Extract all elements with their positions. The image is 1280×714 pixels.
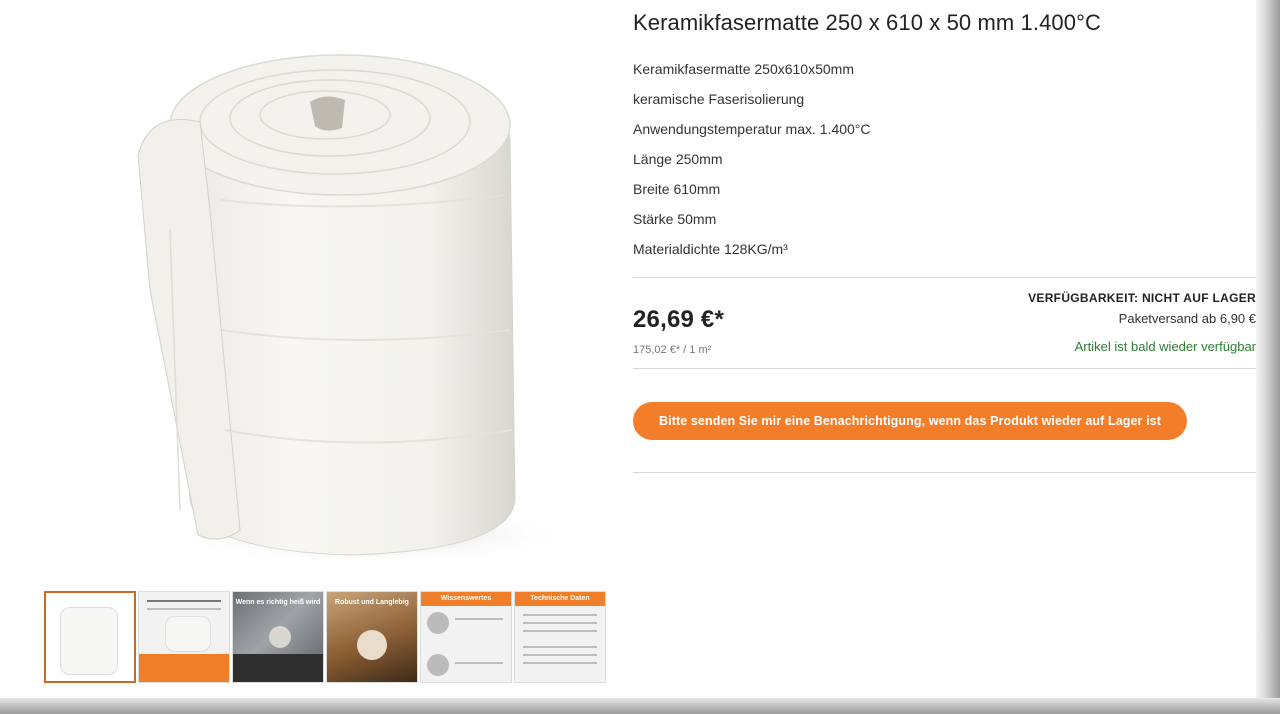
feature-item: Länge 250mm: [633, 151, 723, 167]
thumbnail-text-line: [147, 600, 221, 602]
thumbnail-caption: Wenn es richtig heiß wird: [235, 599, 321, 606]
feature-item: Stärke 50mm: [633, 211, 717, 227]
divider: [633, 472, 1256, 473]
thumbnail-6[interactable]: Technische Daten: [514, 591, 606, 683]
shipping-info: Paketversand ab 6,90 €: [1118, 311, 1256, 326]
feature-item: Anwendungstemperatur max. 1.400°C: [633, 121, 871, 137]
thumbnail-caption: Wissenswertes: [421, 592, 511, 606]
feature-list: Keramikfasermatte 250x610x50mm keramisch…: [633, 58, 871, 268]
unit-price: 175,02 €* / 1 m²: [633, 344, 712, 356]
thumbnail-text-line: [147, 608, 221, 610]
thumbnail-text-line: [455, 662, 503, 664]
availability-box: VERFÜGBARKEIT: NICHT AUF LAGER Paketvers…: [856, 290, 1256, 356]
thumbnail-5[interactable]: Wissenswertes: [420, 591, 512, 683]
thumbnail-roll-shape: [60, 607, 118, 675]
product-title: Keramikfasermatte 250 x 610 x 50 mm 1.40…: [633, 10, 1101, 35]
window-frame-right: [1256, 0, 1280, 714]
divider: [633, 277, 1256, 278]
notify-when-available-button[interactable]: Bitte senden Sie mir eine Benachrichtigu…: [633, 402, 1187, 440]
feature-item: Breite 610mm: [633, 181, 721, 197]
product-main-image[interactable]: [110, 30, 580, 580]
thumbnail-photo-detail: [427, 612, 449, 634]
thumbnail-4[interactable]: Robust und Langlebig: [326, 591, 418, 683]
restock-note: Artikel ist bald wieder verfügbar: [1074, 339, 1256, 354]
thumbnail-photo-detail: [427, 654, 449, 676]
thumbnail-text-line: [523, 622, 597, 624]
thumbnail-text-line: [523, 654, 597, 656]
thumbnail-photo-detail: [269, 626, 291, 648]
thumbnail-caption: Technische Daten: [515, 592, 605, 606]
thumbnail-text-line: [523, 662, 597, 664]
thumbnail-text-line: [523, 630, 597, 632]
thumbnail-orange-band: [139, 654, 229, 682]
ceramic-fiber-roll-image: [137, 54, 570, 565]
feature-item: Materialdichte 128KG/m³: [633, 241, 788, 257]
thumbnail-text-line: [523, 614, 597, 616]
thumbnail-2[interactable]: [138, 591, 230, 683]
thumbnail-text-line: [455, 618, 503, 620]
availability-label: VERFÜGBARKEIT: NICHT AUF LAGER: [1028, 291, 1256, 305]
product-price: 26,69 €*: [633, 306, 725, 333]
thumbnail-text-line: [523, 646, 597, 648]
feature-item: keramische Faserisolierung: [633, 91, 805, 107]
thumbnail-roll-shape: [165, 616, 211, 652]
divider: [633, 368, 1256, 369]
feature-item: Keramikfasermatte 250x610x50mm: [633, 61, 854, 77]
thumbnail-caption: Robust und Langlebig: [335, 599, 409, 606]
thumbnail-dark-band: [233, 654, 323, 682]
thumbnail-3[interactable]: Wenn es richtig heiß wird: [232, 591, 324, 683]
window-frame-bottom: [0, 698, 1280, 714]
thumbnail-1[interactable]: [44, 591, 136, 683]
thumbnail-photo-detail: [357, 630, 387, 660]
thumbnail-strip: Wenn es richtig heiß wird Robust und Lan…: [44, 591, 606, 685]
